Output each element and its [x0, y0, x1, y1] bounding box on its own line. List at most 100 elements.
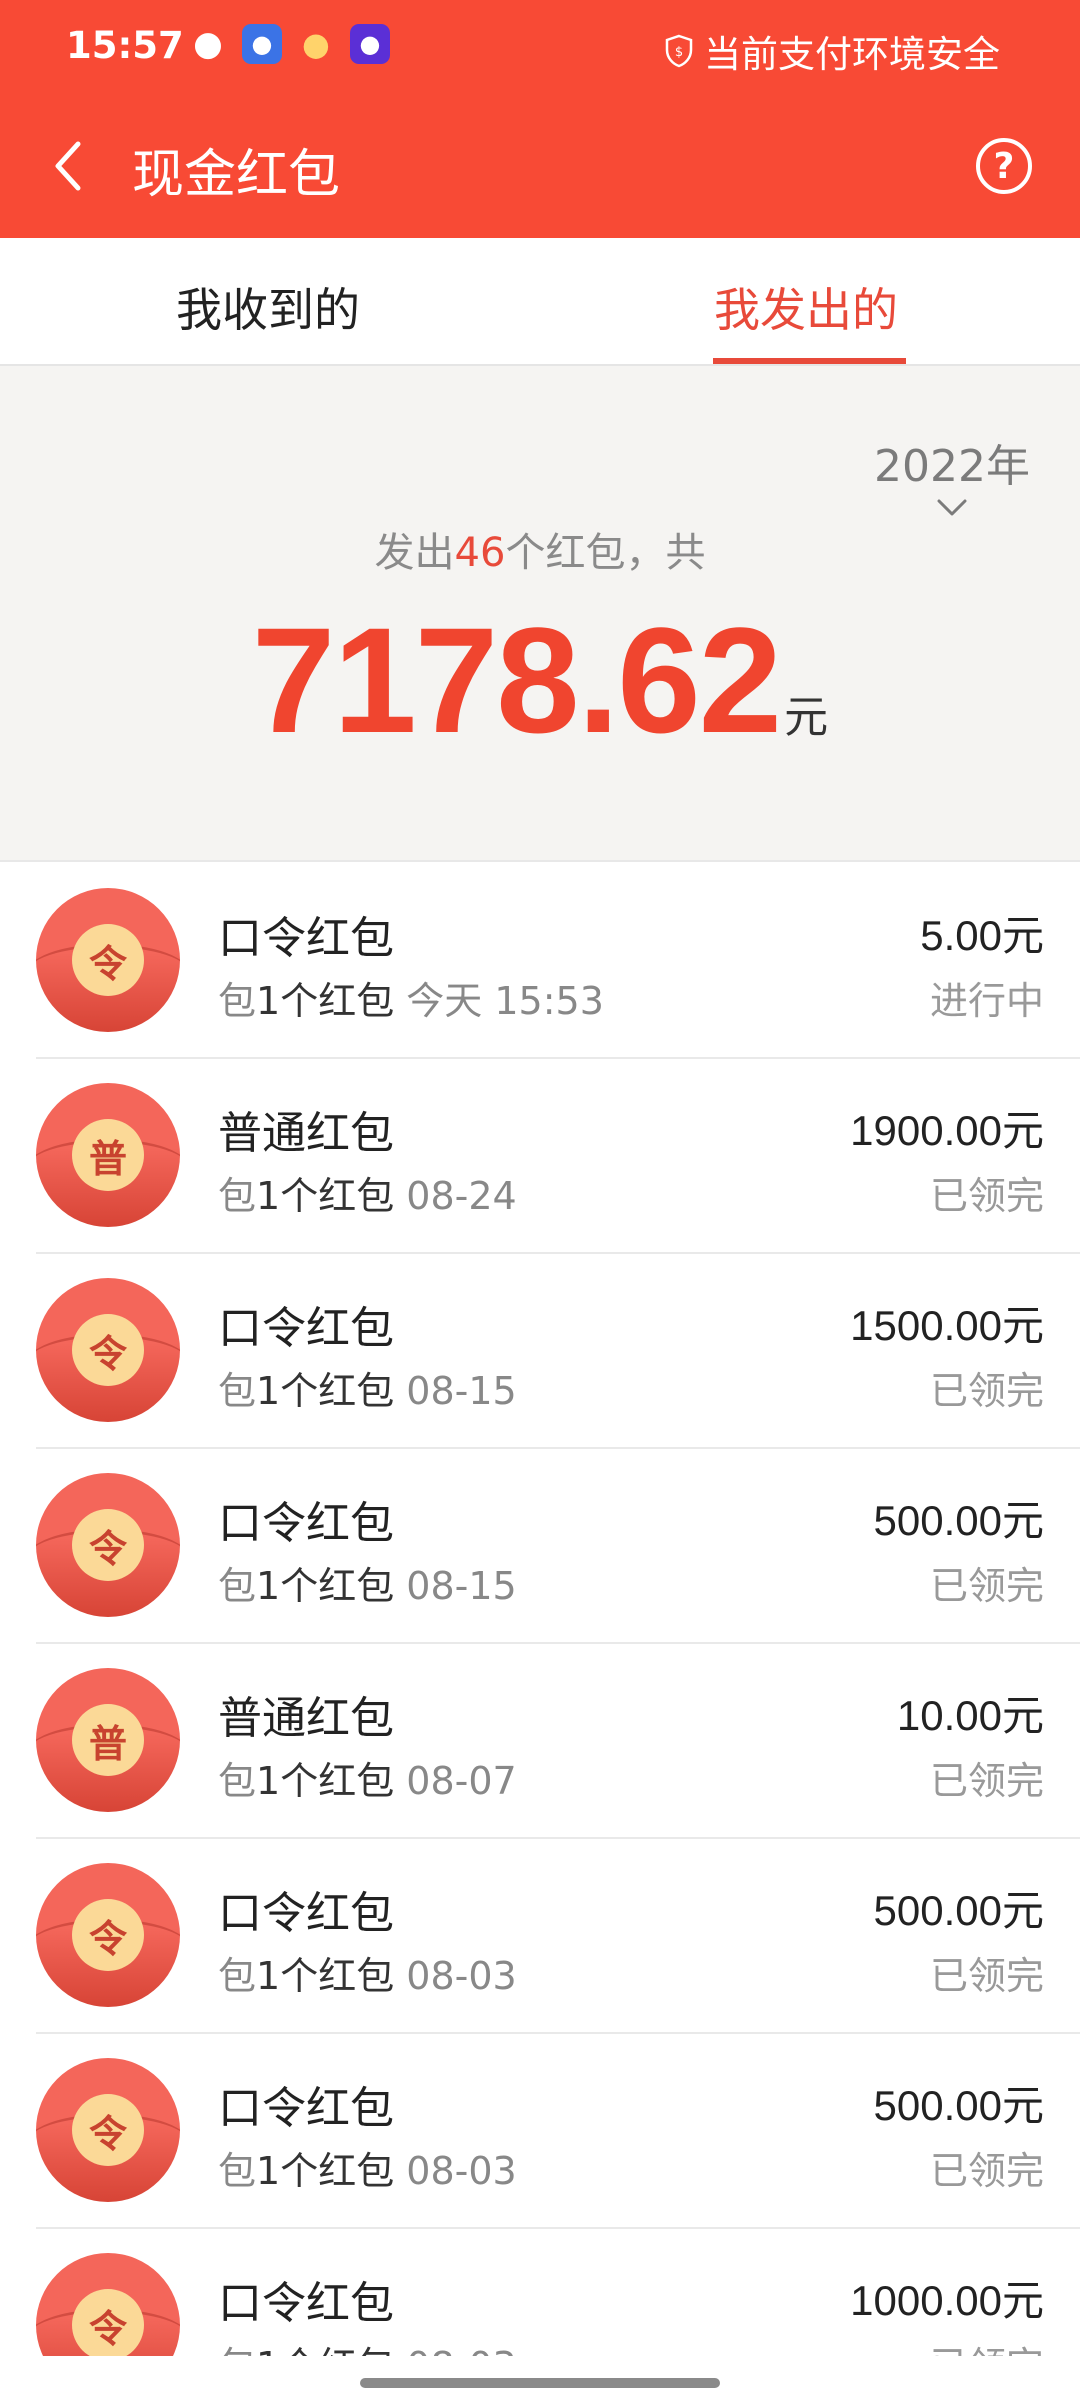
packet-amount: 1900.00元 — [850, 1107, 1044, 1154]
status-app-icons: ● ● ● ● — [188, 24, 390, 64]
list-item[interactable]: 令 口令红包包1个红包 08-03 1000.00元已领完 — [36, 2229, 1080, 2356]
red-packet-icon: 令 — [36, 1473, 180, 1617]
sent-count: 46 — [454, 530, 506, 576]
red-packet-icon: 令 — [36, 2253, 180, 2356]
packet-type: 口令红包 — [218, 1888, 394, 1939]
packet-meta: 包1个红包 今天 15:53 — [218, 970, 604, 1025]
packet-status: 已领完 — [929, 2149, 1044, 2193]
packet-date: 08-15 — [406, 1369, 517, 1413]
year-selector[interactable]: 2022年 — [874, 430, 1030, 518]
packet-amount: 10.00元 — [896, 1692, 1044, 1739]
app-icon-1: ● — [242, 24, 282, 64]
total-amount: 7178.62元 — [0, 594, 1080, 767]
packet-type: 普通红包 — [218, 1108, 394, 1159]
packet-meta-prefix: 包 — [218, 1369, 257, 1413]
packet-amount: 1000.00元 — [850, 2277, 1044, 2324]
packet-status: 已领完 — [929, 1564, 1044, 1608]
tab-active-indicator — [713, 358, 906, 364]
packet-status: 已领完 — [930, 2335, 1044, 2356]
question-icon[interactable]: ? — [976, 138, 1032, 194]
packet-date: 08-03 — [406, 2344, 516, 2356]
packet-seal: 普 — [72, 1119, 144, 1191]
packet-meta: 包1个红包 08-15 — [218, 1555, 517, 1610]
packet-count: 1个红包 — [256, 979, 395, 1023]
packet-status: 已领完 — [929, 1759, 1044, 1803]
packet-type: 口令红包 — [218, 1303, 394, 1354]
list-item[interactable]: 令 口令红包 包1个红包 08-03 500.00元 已领完 — [36, 1839, 1080, 2034]
list-item[interactable]: 令 口令红包包1个红包 08-03 500.00元已领完 — [36, 2034, 1080, 2229]
app-icon-3: ● — [350, 24, 390, 64]
red-packet-icon: 令 — [36, 1863, 180, 2007]
status-bar: 15:57 ● ● ● ● $ 当前支付环境安全 — [0, 0, 1080, 98]
packet-amount: 500.00元 — [873, 1497, 1044, 1544]
packet-meta: 包1个红包 08-15 — [218, 1360, 517, 1415]
packet-seal: 令 — [72, 2289, 144, 2356]
packet-date: 08-07 — [406, 1759, 517, 1803]
red-packet-icon: 令 — [36, 1278, 180, 1422]
packet-seal: 令 — [72, 924, 144, 996]
packet-amount: 5.00元 — [920, 912, 1044, 959]
packet-status: 进行中 — [929, 979, 1044, 1023]
wechat-icon: ● — [193, 24, 223, 64]
packet-count: 1个红包 — [256, 1369, 395, 1413]
packet-type: 口令红包 — [218, 1498, 394, 1549]
red-packet-icon: 令 — [36, 888, 180, 1032]
total-value: 7178.62 — [251, 596, 782, 764]
packet-meta-prefix: 包 — [218, 1759, 257, 1803]
packet-meta-prefix: 包 — [218, 1174, 257, 1218]
packet-amount: 500.00元 — [873, 2082, 1044, 2129]
packet-date: 08-03 — [406, 1954, 517, 1998]
red-packet-list: 令口令红包 包1个红包 今天 15:53 5.00元 进行中普普通红包 包1个红包 08… — [0, 864, 1080, 2356]
nav-bar: 现金红包 ? — [0, 98, 1080, 238]
packet-date: 08-24 — [406, 1174, 517, 1218]
packet-type: 普通红包 — [218, 1693, 394, 1744]
list-item[interactable]: 普 普通红包包1个红包 08-07 10.00元已领完 — [36, 1644, 1080, 1839]
packet-type: 口令红包 — [218, 913, 394, 964]
packet-meta-prefix: 包 — [218, 2344, 256, 2356]
packet-meta-prefix: 包 — [218, 979, 257, 1023]
packet-seal: 令 — [72, 1314, 144, 1386]
packet-meta: 包1个红包 08-03 — [218, 2140, 517, 2195]
secure-indicator: $ 当前支付环境安全 — [664, 24, 1000, 78]
packet-count: 1个红包 — [256, 2149, 395, 2193]
packet-meta-prefix: 包 — [218, 1954, 257, 1998]
packet-meta: 包1个红包 08-07 — [218, 1750, 517, 1805]
red-packet-icon: 令 — [36, 2058, 180, 2202]
count-prefix: 发出 — [374, 530, 455, 576]
app-icon-2: ● — [302, 25, 330, 63]
page-title: 现金红包 — [132, 145, 341, 205]
summary-panel: 2022年 发出46个红包，共 7178.62元 — [0, 366, 1080, 862]
red-packet-icon: 普 — [36, 1083, 180, 1227]
packet-amount: 1500.00元 — [850, 1302, 1044, 1349]
packet-seal: 令 — [72, 1509, 144, 1581]
packet-count: 1个红包 — [256, 2344, 394, 2356]
chevron-down-icon — [937, 499, 967, 516]
packet-count: 1个红包 — [256, 1954, 395, 1998]
list-item[interactable]: 令 口令红包 包1个红包 08-15 1500.00元 已领完 — [36, 1254, 1080, 1449]
packet-count: 1个红包 — [256, 1564, 395, 1608]
chevron-left-icon[interactable] — [50, 136, 90, 196]
list-item[interactable]: 令 口令红包包1个红包 今天 15:53 5.00元进行中 — [36, 864, 1080, 1059]
packet-type: 口令红包 — [218, 2083, 394, 2134]
home-indicator[interactable] — [360, 2378, 720, 2388]
packet-date: 今天 15:53 — [406, 979, 604, 1023]
packet-meta: 包1个红包 08-03 — [218, 1945, 517, 2000]
count-suffix: 个红包，共 — [505, 530, 706, 576]
packet-date: 08-03 — [406, 2149, 517, 2193]
list-item[interactable]: 普 普通红包 包1个红包 08-24 1900.00元 已领完 — [36, 1059, 1080, 1254]
tab-sent[interactable]: 我发出的 — [714, 274, 898, 340]
status-time: 15:57 — [66, 24, 184, 67]
packet-count: 1个红包 — [256, 1759, 395, 1803]
red-packet-icon: 普 — [36, 1668, 180, 1812]
year-label: 2022年 — [874, 441, 1030, 492]
svg-text:$: $ — [675, 45, 683, 60]
packet-type: 口令红包 — [218, 2278, 394, 2329]
total-unit: 元 — [784, 692, 829, 743]
packet-status: 已领完 — [929, 1174, 1044, 1218]
packet-meta-prefix: 包 — [218, 1564, 257, 1608]
list-item[interactable]: 令 口令红包包1个红包 08-15 500.00元已领完 — [36, 1449, 1080, 1644]
tab-received[interactable]: 我收到的 — [176, 274, 360, 340]
packet-seal: 令 — [72, 1899, 144, 1971]
packet-seal: 普 — [72, 1704, 144, 1776]
packet-seal: 令 — [72, 2094, 144, 2166]
